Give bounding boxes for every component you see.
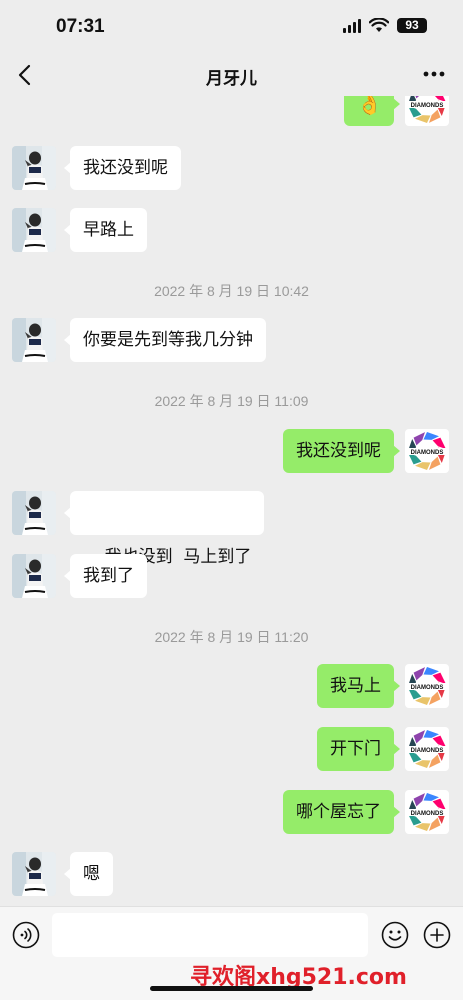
diamonds-logo: DIAMONDS bbox=[405, 790, 449, 834]
message-bubble-outgoing[interactable]: 我还没到呢 bbox=[283, 429, 400, 473]
contact-photo bbox=[12, 491, 56, 535]
message-bubble-incoming[interactable]: 早路上 bbox=[64, 208, 147, 252]
contact-avatar[interactable] bbox=[12, 554, 56, 598]
plus-icon[interactable] bbox=[423, 921, 451, 949]
signal-icon bbox=[343, 18, 361, 33]
message-text: 嗯 bbox=[83, 864, 100, 884]
contact-avatar[interactable] bbox=[12, 491, 56, 535]
self-avatar[interactable]: DIAMONDS bbox=[405, 429, 449, 473]
diamonds-logo-text: DIAMONDS bbox=[411, 811, 444, 817]
chat-area[interactable]: 👌 DIAMONDS 我还没到呢 早路上 2022 年 8 月 19 日 10:… bbox=[0, 96, 463, 906]
message-bubble-outgoing[interactable]: 我马上 bbox=[317, 664, 400, 708]
message-text: 我还没到呢 bbox=[296, 441, 381, 461]
message-bubble-incoming[interactable]: 我到了 bbox=[64, 554, 147, 598]
diamonds-logo-text: DIAMONDS bbox=[411, 685, 444, 691]
message-bubble-outgoing[interactable]: 👌 bbox=[344, 96, 400, 126]
diamonds-logo: DIAMONDS bbox=[405, 727, 449, 771]
voice-icon[interactable] bbox=[12, 921, 40, 949]
message-bubble-outgoing[interactable]: 开下门 bbox=[317, 727, 400, 771]
contact-photo bbox=[12, 146, 56, 190]
status-time: 07:31 bbox=[56, 16, 105, 37]
message-text: 我马上 bbox=[330, 676, 381, 696]
message-bubble-incoming[interactable]: 我也没到 马上到了 bbox=[63, 491, 265, 567]
self-avatar[interactable]: DIAMONDS bbox=[405, 727, 449, 771]
self-avatar[interactable]: DIAMONDS bbox=[405, 790, 449, 834]
nav-bar: 月牙儿 bbox=[0, 54, 463, 96]
message-bubble-incoming[interactable]: 我还没到呢 bbox=[64, 146, 181, 190]
status-icons: 93 bbox=[343, 18, 427, 33]
chat-title: 月牙儿 bbox=[206, 69, 257, 89]
diamonds-logo: DIAMONDS bbox=[405, 96, 449, 126]
contact-photo bbox=[12, 318, 56, 362]
message-text: 哪个屋忘了 bbox=[296, 802, 381, 822]
timestamp: 2022 年 8 月 19 日 10:42 bbox=[154, 283, 309, 299]
contact-avatar[interactable] bbox=[12, 146, 56, 190]
emoji-icon[interactable] bbox=[381, 921, 409, 949]
message-text: 早路上 bbox=[83, 220, 134, 240]
diamonds-logo-text: DIAMONDS bbox=[411, 748, 444, 754]
status-bar: 07:31 93 bbox=[0, 0, 463, 54]
contact-avatar[interactable] bbox=[12, 852, 56, 896]
contact-photo bbox=[12, 554, 56, 598]
diamonds-logo: DIAMONDS bbox=[405, 664, 449, 708]
contact-photo bbox=[12, 852, 56, 896]
message-bubble-incoming[interactable]: 你要是先到等我几分钟 bbox=[64, 318, 266, 362]
self-avatar[interactable]: DIAMONDS bbox=[405, 664, 449, 708]
contact-avatar[interactable] bbox=[12, 208, 56, 252]
ok-hand-emoji: 👌 bbox=[357, 96, 382, 116]
message-text: 你要是先到等我几分钟 bbox=[83, 330, 253, 350]
contact-photo bbox=[12, 208, 56, 252]
diamonds-logo-text: DIAMONDS bbox=[411, 103, 444, 109]
diamonds-logo: DIAMONDS bbox=[405, 429, 449, 473]
message-input[interactable] bbox=[52, 913, 368, 957]
contact-avatar[interactable] bbox=[12, 318, 56, 362]
self-avatar[interactable]: DIAMONDS bbox=[405, 96, 449, 126]
message-text: 我还没到呢 bbox=[83, 158, 168, 178]
wifi-icon bbox=[369, 18, 389, 32]
timestamp: 2022 年 8 月 19 日 11:09 bbox=[154, 393, 309, 409]
timestamp: 2022 年 8 月 19 日 11:20 bbox=[154, 629, 309, 645]
more-dots-icon[interactable] bbox=[421, 64, 447, 84]
message-text: 我到了 bbox=[83, 566, 134, 586]
message-bubble-outgoing[interactable]: 哪个屋忘了 bbox=[283, 790, 400, 834]
home-indicator bbox=[150, 986, 313, 991]
message-text: 开下门 bbox=[330, 739, 381, 759]
message-bubble-incoming[interactable]: 嗯 bbox=[64, 852, 113, 896]
battery-indicator: 93 bbox=[397, 18, 427, 33]
diamonds-logo-text: DIAMONDS bbox=[411, 450, 444, 456]
